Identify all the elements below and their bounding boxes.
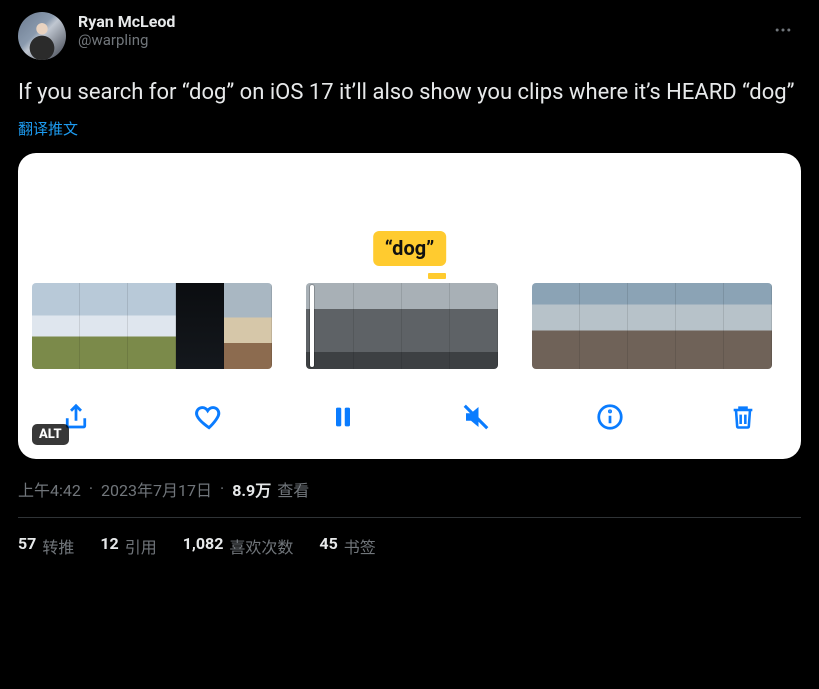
pause-button[interactable] — [321, 395, 365, 439]
avatar[interactable] — [18, 12, 66, 60]
media-toolbar — [18, 377, 801, 449]
translate-tweet-link[interactable]: 翻译推文 — [18, 118, 78, 139]
clip-frame — [676, 283, 724, 369]
clip-frame — [354, 283, 402, 369]
mute-icon — [461, 402, 491, 432]
pause-icon — [329, 403, 357, 431]
clip-group-2[interactable] — [306, 283, 498, 369]
clip-group-1[interactable] — [32, 283, 272, 369]
clip-frame — [80, 283, 128, 369]
ellipsis-icon — [773, 20, 793, 40]
clip-frame — [580, 283, 628, 369]
author-display-name: Ryan McLeod — [78, 12, 175, 31]
views-count: 8.9万 — [232, 477, 271, 501]
views-label: 查看 — [277, 477, 309, 501]
meta-separator — [218, 479, 226, 498]
audio-snippet-label: “dog” — [373, 231, 447, 266]
tweet-header: Ryan McLeod @warpling — [18, 12, 801, 60]
bookmarks-count: 45 — [319, 534, 337, 558]
mute-button[interactable] — [454, 395, 498, 439]
clip-frame — [450, 283, 498, 369]
heart-icon — [193, 401, 225, 433]
audio-snippet-row: “dog” — [18, 227, 801, 273]
retweets-count: 57 — [18, 534, 36, 558]
tweet-text: If you search for “dog” on iOS 17 it’ll … — [18, 78, 801, 108]
tweet-meta: 上午4:42 2023年7月17日 8.9万 查看 — [18, 477, 801, 501]
clip-frame — [176, 283, 224, 369]
info-button[interactable] — [588, 395, 632, 439]
author-name-block[interactable]: Ryan McLeod @warpling — [78, 12, 175, 49]
alt-text-badge[interactable]: ALT — [32, 424, 69, 445]
tweet-date[interactable]: 2023年7月17日 — [101, 477, 212, 501]
clip-frame — [724, 283, 772, 369]
like-button[interactable] — [187, 395, 231, 439]
clip-frame — [128, 283, 176, 369]
clip-frame — [32, 283, 80, 369]
quotes-stat[interactable]: 12 引用 — [100, 534, 156, 558]
likes-label: 喜欢次数 — [229, 534, 293, 558]
retweets-stat[interactable]: 57 转推 — [18, 534, 74, 558]
tweet-container: Ryan McLeod @warpling If you search for … — [18, 12, 801, 558]
bookmarks-label: 书签 — [344, 534, 376, 558]
media-attachment[interactable]: “dog” — [18, 153, 801, 459]
likes-stat[interactable]: 1,082 喜欢次数 — [183, 534, 294, 558]
more-options-button[interactable] — [765, 12, 801, 48]
divider — [18, 517, 801, 518]
timeline-playhead[interactable] — [310, 285, 314, 367]
trash-icon — [729, 403, 757, 431]
retweets-label: 转推 — [42, 534, 74, 558]
likes-count: 1,082 — [183, 534, 224, 558]
quotes-count: 12 — [100, 534, 118, 558]
clip-frame — [224, 283, 272, 369]
author-handle: @warpling — [78, 31, 175, 49]
tweet-time[interactable]: 上午4:42 — [18, 477, 81, 501]
clip-timeline[interactable] — [18, 273, 801, 377]
clip-frame — [532, 283, 580, 369]
engagement-stats: 57 转推 12 引用 1,082 喜欢次数 45 书签 — [18, 534, 801, 558]
clip-group-3[interactable] — [532, 283, 772, 369]
delete-button[interactable] — [721, 395, 765, 439]
clip-frame — [402, 283, 450, 369]
media-top-spacer — [18, 153, 801, 227]
meta-separator — [87, 479, 95, 498]
bookmarks-stat[interactable]: 45 书签 — [319, 534, 375, 558]
audio-snippet-tick — [428, 273, 446, 279]
clip-frame — [628, 283, 676, 369]
quotes-label: 引用 — [125, 534, 157, 558]
info-icon — [595, 402, 625, 432]
